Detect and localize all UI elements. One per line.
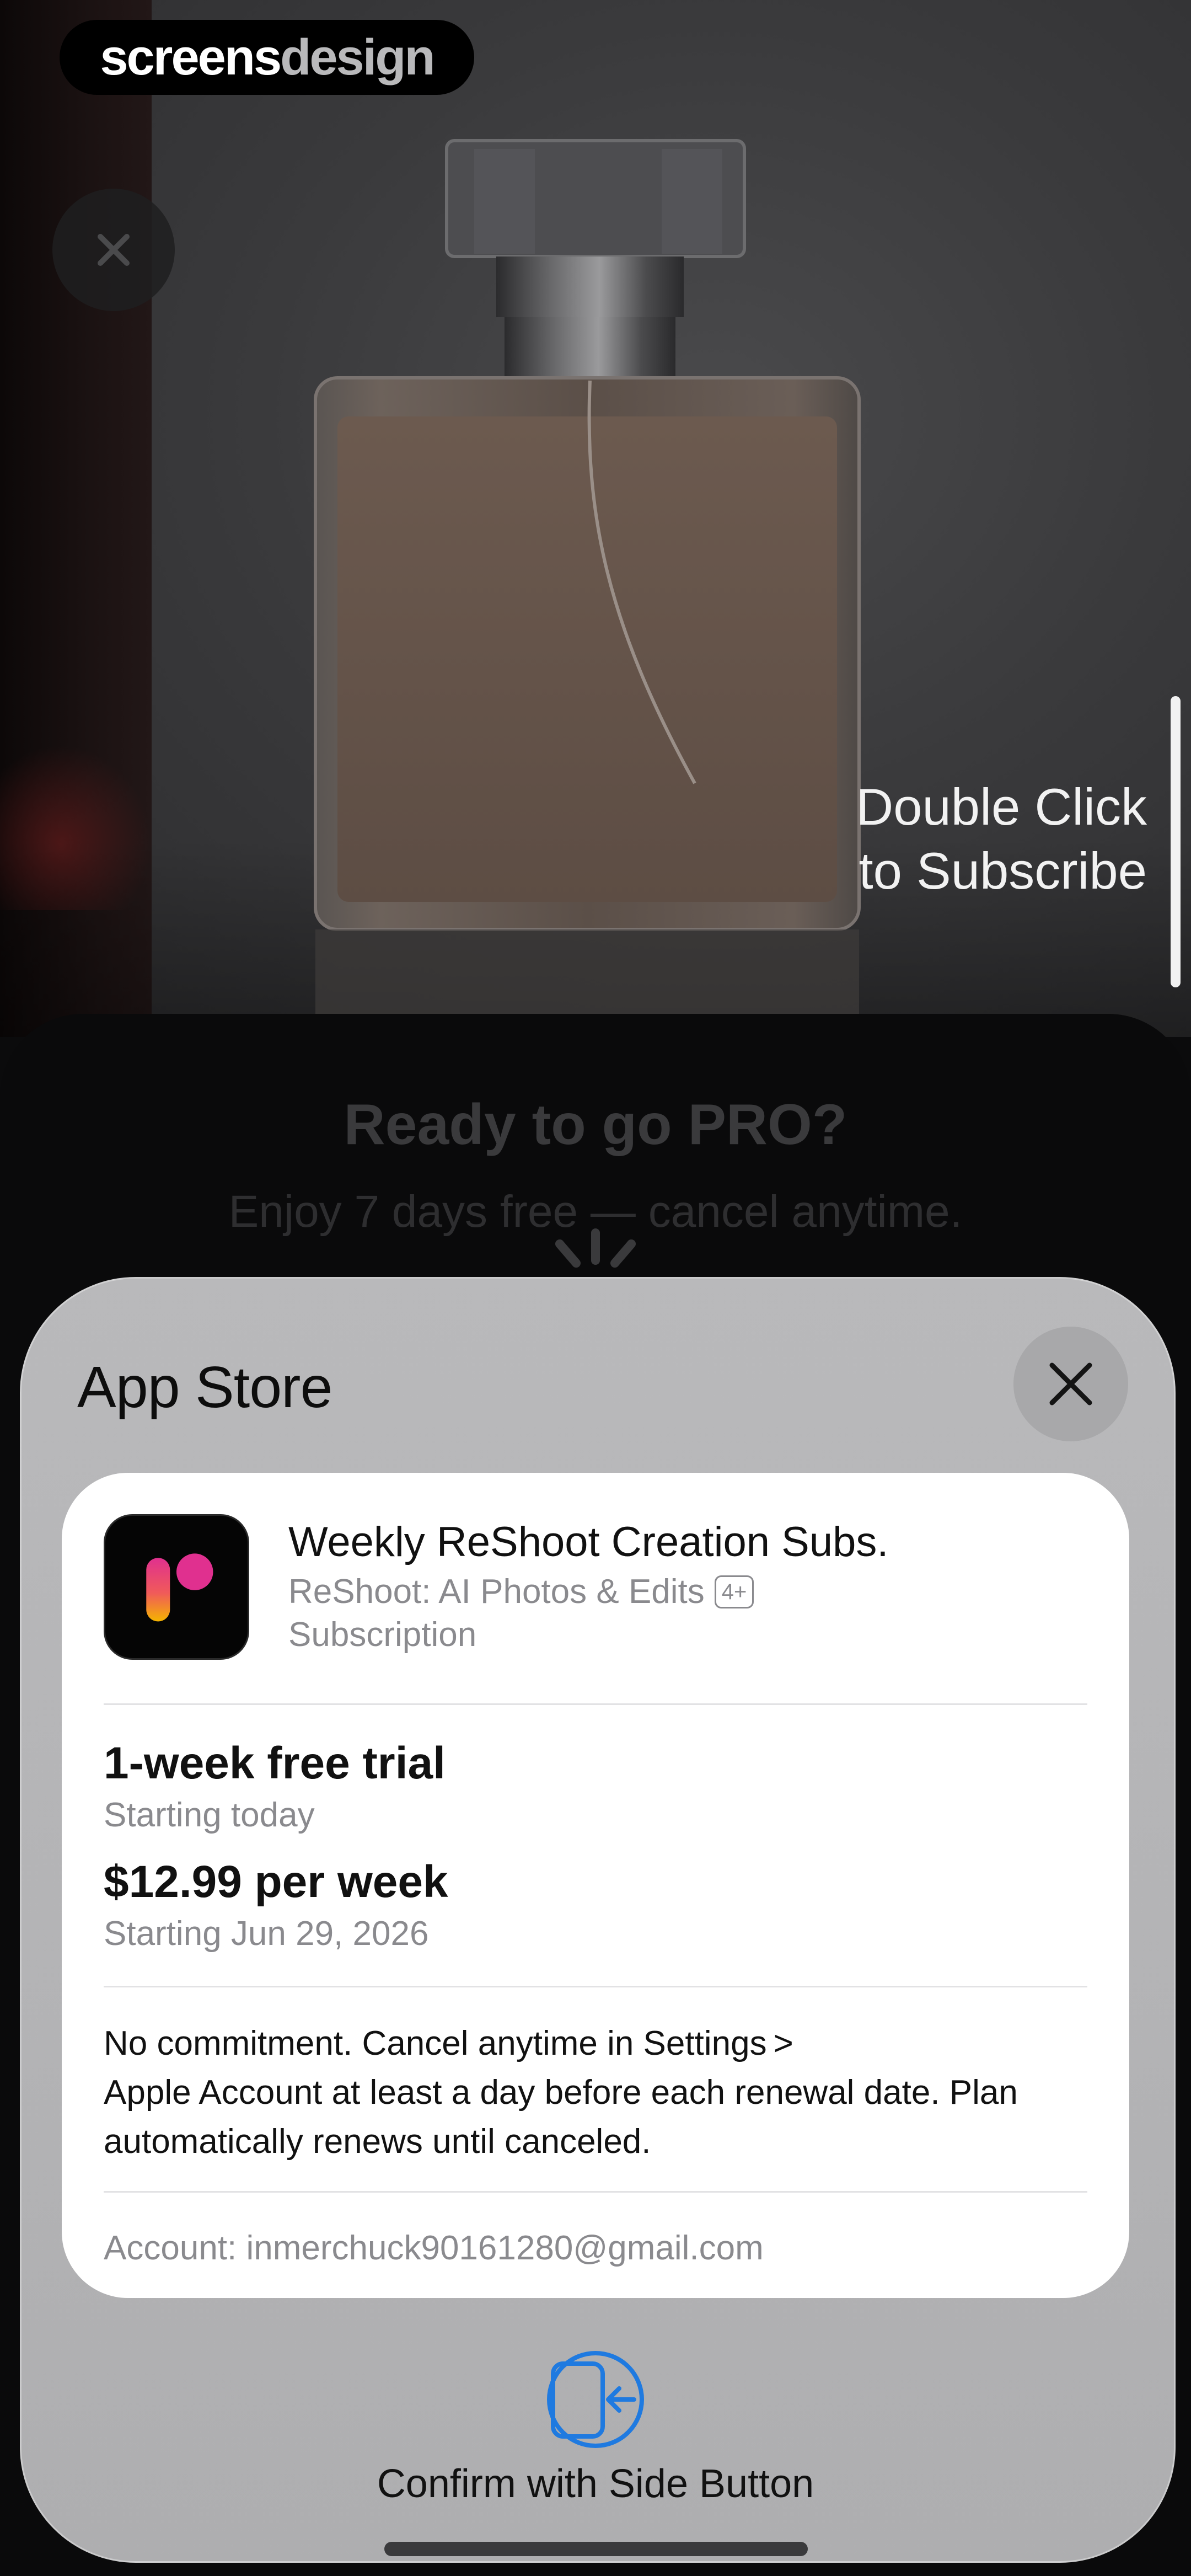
account-label: Account: inmerchuck90161280@gmail.com bbox=[104, 2229, 764, 2267]
voiceover-hint: Double Click to Subscribe bbox=[838, 775, 1147, 903]
price-subtitle: Starting Jun 29, 2026 bbox=[104, 1915, 429, 1953]
terms-line1: No commitment. Cancel anytime in Setting… bbox=[104, 2024, 767, 2062]
age-rating-badge: 4+ bbox=[714, 1575, 754, 1608]
paywall-title: Ready to go PRO? bbox=[344, 1093, 847, 1157]
divider bbox=[104, 1703, 1087, 1705]
close-button[interactable] bbox=[52, 189, 175, 311]
price-title: $12.99 per week bbox=[104, 1857, 448, 1907]
reshoot-app-icon bbox=[104, 1514, 249, 1660]
divider bbox=[104, 2191, 1087, 2193]
sheet-close-button[interactable] bbox=[1013, 1327, 1128, 1441]
settings-link[interactable]: No commitment. Cancel anytime in Setting… bbox=[104, 2024, 793, 2062]
hint-line1: Double Click bbox=[856, 778, 1147, 836]
trial-title: 1-week free trial bbox=[104, 1738, 446, 1788]
logo-text-part1: screens bbox=[100, 29, 282, 85]
trial-subtitle: Starting today bbox=[104, 1796, 315, 1834]
app-name-row: ReShoot: AI Photos & Edits 4+ bbox=[288, 1572, 754, 1611]
home-indicator[interactable] bbox=[384, 2542, 808, 2556]
sheet-title: App Store bbox=[77, 1355, 332, 1420]
chevron-right-icon: > bbox=[773, 2024, 793, 2062]
subscription-terms: No commitment. Cancel anytime in Setting… bbox=[104, 2019, 1091, 2166]
scroll-indicator[interactable] bbox=[1171, 696, 1181, 987]
product-type: Subscription bbox=[288, 1616, 477, 1654]
close-icon bbox=[1049, 1362, 1092, 1405]
hint-line2: to Subscribe bbox=[859, 842, 1147, 900]
confirm-instruction: Confirm with Side Button bbox=[377, 2462, 814, 2506]
side-button-icon bbox=[547, 2351, 644, 2448]
perfume-bottle-image bbox=[314, 139, 861, 1020]
logo-text-part2: design bbox=[280, 29, 435, 85]
divider bbox=[104, 1986, 1087, 1987]
product-name: Weekly ReShoot Creation Subs. bbox=[288, 1519, 889, 1565]
screensdesign-logo: screens design bbox=[60, 20, 474, 95]
terms-rest: Apple Account at least a day before each… bbox=[104, 2073, 1018, 2161]
app-name: ReShoot: AI Photos & Edits bbox=[288, 1573, 705, 1611]
close-icon bbox=[98, 234, 130, 266]
